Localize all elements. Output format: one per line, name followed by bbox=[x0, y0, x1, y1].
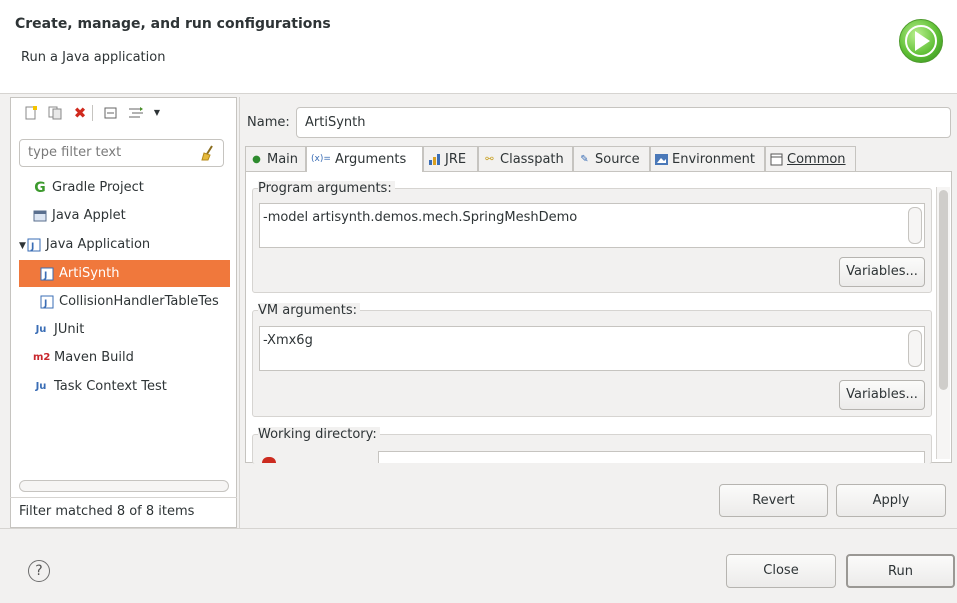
tab-environment[interactable]: Environment bbox=[650, 146, 765, 171]
source-tab-icon: ✎ bbox=[580, 154, 589, 165]
name-label: Name: bbox=[247, 115, 290, 130]
tree-item-maven-build[interactable]: m2 Maven Build bbox=[33, 347, 134, 369]
filter-icon[interactable] bbox=[128, 106, 143, 120]
tree-item-artisynth[interactable]: J ArtiSynth bbox=[19, 260, 230, 287]
vm-variables-button[interactable]: Variables... bbox=[839, 380, 925, 410]
filter-status: Filter matched 8 of 8 items bbox=[19, 504, 195, 519]
classpath-tab-icon: ⚯ bbox=[485, 154, 494, 165]
arguments-tab-icon: (x)= bbox=[311, 154, 331, 164]
status-divider bbox=[10, 497, 237, 498]
revert-button[interactable]: Revert bbox=[719, 484, 828, 517]
junit-icon: Ju bbox=[35, 323, 47, 335]
collapse-all-icon[interactable] bbox=[104, 106, 118, 120]
dialog-header bbox=[0, 0, 957, 93]
program-variables-button[interactable]: Variables... bbox=[839, 257, 925, 287]
duplicate-icon[interactable] bbox=[48, 106, 62, 120]
svg-text:J: J bbox=[30, 242, 34, 252]
svg-text:J: J bbox=[43, 299, 47, 309]
new-configuration-icon[interactable] bbox=[24, 106, 38, 120]
working-directory-field[interactable] bbox=[378, 451, 925, 463]
tree-item-collisionhandlertabletest[interactable]: J CollisionHandlerTableTes bbox=[40, 291, 230, 313]
close-button[interactable]: Close bbox=[726, 554, 836, 588]
common-tab-icon bbox=[770, 153, 783, 166]
apply-button[interactable]: Apply bbox=[836, 484, 946, 517]
tree-item-java-application[interactable]: ▼ J Java Application bbox=[19, 234, 150, 256]
working-directory-label: Working directory: bbox=[258, 427, 380, 442]
dialog-subtitle: Run a Java application bbox=[21, 50, 166, 65]
svg-text:J: J bbox=[43, 271, 47, 281]
error-icon bbox=[262, 457, 276, 463]
configuration-toolbar: ✖ ▼ bbox=[10, 97, 237, 129]
filter-input[interactable] bbox=[28, 145, 188, 160]
run-icon bbox=[899, 19, 943, 63]
tree-item-java-applet[interactable]: Java Applet bbox=[33, 205, 126, 227]
jre-tab-icon bbox=[428, 153, 441, 166]
dialog-title: Create, manage, and run configurations bbox=[15, 16, 331, 32]
environment-tab-icon bbox=[655, 153, 668, 166]
tree-horizontal-scrollbar[interactable] bbox=[19, 480, 229, 492]
dropdown-arrow-icon[interactable]: ▼ bbox=[150, 106, 164, 120]
main-tab-icon: ● bbox=[252, 154, 261, 165]
header-divider bbox=[0, 93, 957, 94]
tree-item-task-context-test[interactable]: Ju Task Context Test bbox=[33, 376, 167, 398]
clear-filter-icon[interactable] bbox=[199, 145, 215, 161]
tab-jre[interactable]: JRE bbox=[423, 146, 478, 171]
run-button[interactable]: Run bbox=[846, 554, 955, 588]
java-class-icon: J bbox=[40, 267, 54, 281]
scrollbar-thumb[interactable] bbox=[939, 190, 948, 390]
program-arguments-scrollbar[interactable] bbox=[908, 207, 922, 244]
tree-item-gradle-project[interactable]: G Gradle Project bbox=[33, 177, 144, 199]
footer-divider bbox=[0, 528, 957, 529]
java-applet-icon bbox=[33, 209, 47, 223]
toolbar-separator bbox=[92, 105, 93, 121]
filter-field[interactable] bbox=[19, 139, 224, 167]
task-context-icon: Ju bbox=[35, 380, 47, 392]
gradle-icon: G bbox=[34, 179, 46, 196]
maven-icon: m2 bbox=[33, 351, 51, 363]
tab-source[interactable]: ✎ Source bbox=[573, 146, 650, 171]
tab-common[interactable]: Common bbox=[765, 146, 856, 171]
help-icon[interactable]: ? bbox=[28, 560, 50, 582]
program-arguments-field[interactable]: -model artisynth.demos.mech.SpringMeshDe… bbox=[259, 203, 925, 248]
tab-classpath[interactable]: ⚯ Classpath bbox=[478, 146, 573, 171]
java-class-icon: J bbox=[40, 295, 54, 309]
vm-arguments-scrollbar[interactable] bbox=[908, 330, 922, 367]
name-field[interactable] bbox=[296, 107, 951, 138]
tree-item-junit[interactable]: Ju JUnit bbox=[33, 319, 85, 341]
vm-arguments-label: VM arguments: bbox=[258, 303, 360, 318]
tab-main[interactable]: ● Main bbox=[245, 146, 306, 171]
tab-vertical-scrollbar[interactable] bbox=[936, 187, 950, 459]
chevron-down-icon[interactable]: ▼ bbox=[19, 241, 26, 251]
java-application-icon: J bbox=[27, 238, 41, 252]
program-arguments-label: Program arguments: bbox=[258, 181, 395, 196]
vm-arguments-field[interactable]: -Xmx6g bbox=[259, 326, 925, 371]
delete-icon[interactable]: ✖ bbox=[73, 106, 87, 121]
tab-arguments[interactable]: (x)= Arguments bbox=[306, 146, 423, 172]
